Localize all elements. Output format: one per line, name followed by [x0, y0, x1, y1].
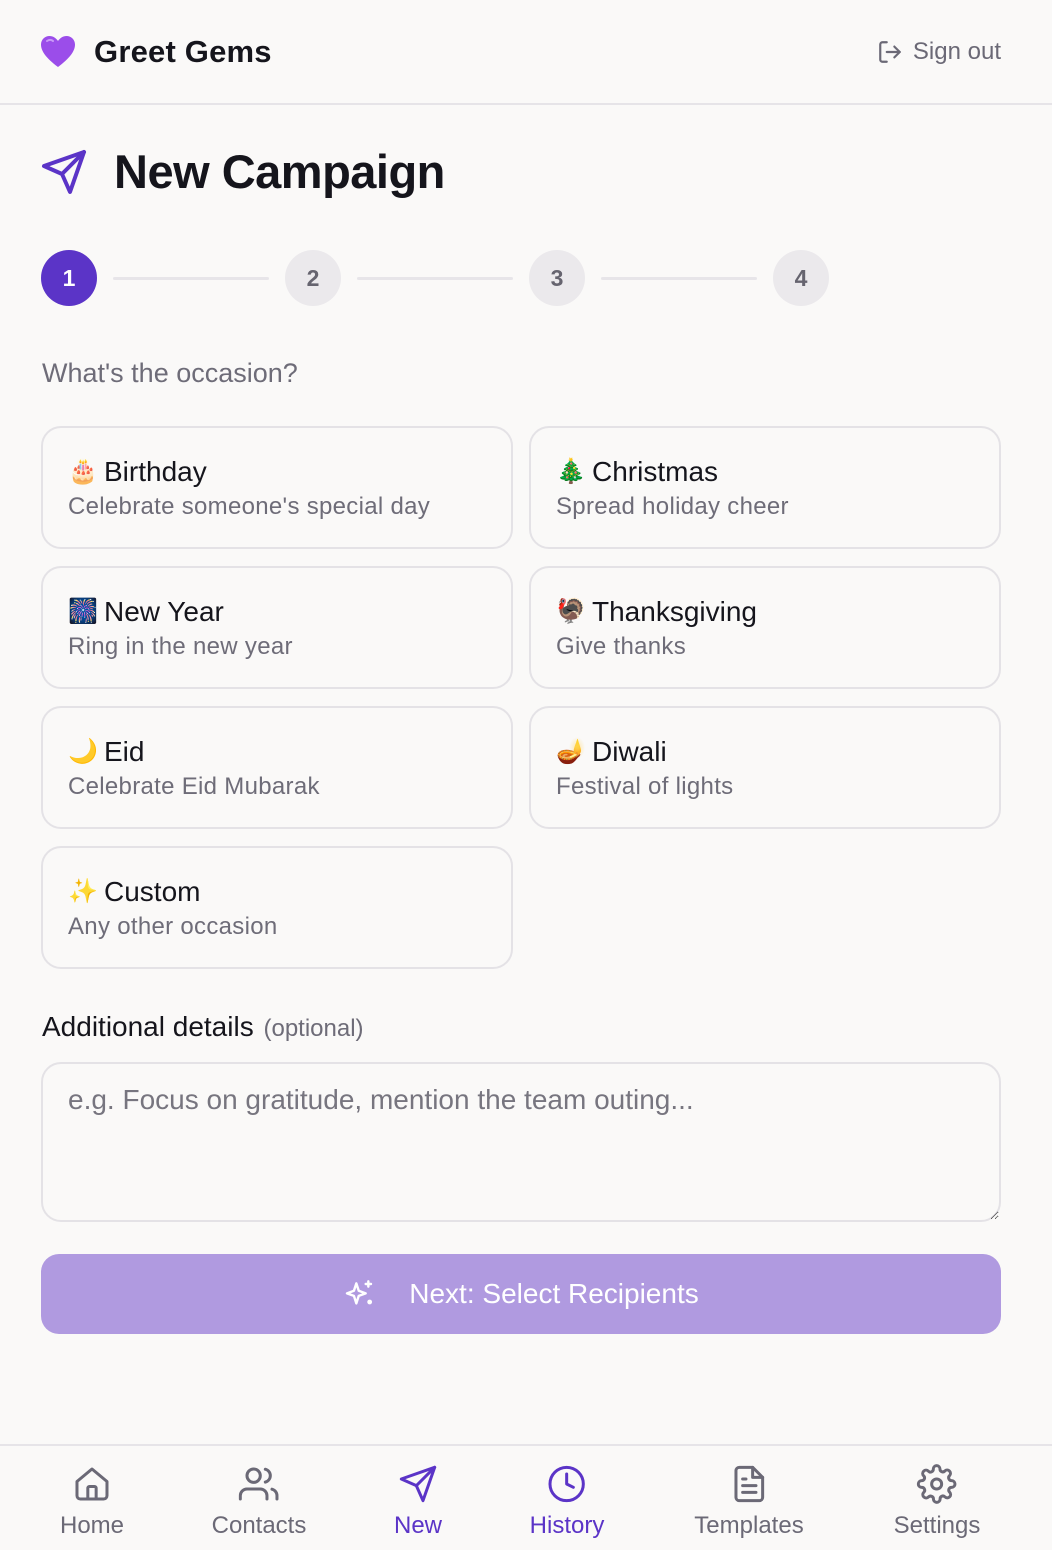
- occasion-title: Thanksgiving: [592, 596, 757, 627]
- nav-settings[interactable]: Settings: [893, 1464, 981, 1540]
- step-3: 3: [529, 250, 585, 306]
- nav-label: Contacts: [211, 1512, 307, 1539]
- occasion-title: Birthday: [104, 456, 207, 487]
- app-header: Greet Gems Sign out: [0, 0, 1052, 105]
- progress-stepper: 1 2 3 4: [41, 250, 829, 306]
- occasion-description: Ring in the new year: [68, 633, 293, 660]
- nav-history[interactable]: History: [529, 1464, 605, 1540]
- occasion-card-diwali[interactable]: 🪔 Diwali Festival of lights: [529, 706, 1001, 829]
- sparkles-icon: [346, 1280, 373, 1305]
- occasion-description: Celebrate Eid Mubarak: [68, 773, 320, 800]
- occasion-title: Eid: [104, 736, 145, 767]
- nav-label: Home: [59, 1512, 125, 1539]
- nav-new[interactable]: New: [394, 1464, 442, 1540]
- nav-contacts[interactable]: Contacts: [211, 1464, 307, 1540]
- users-icon: [239, 1467, 279, 1501]
- crescent-moon-icon: 🌙: [68, 738, 98, 765]
- occasion-title: New Year: [104, 596, 224, 627]
- brand[interactable]: Greet Gems: [40, 34, 272, 70]
- occasion-description: Celebrate someone's special day: [68, 493, 431, 520]
- occasion-card-christmas[interactable]: 🎄 Christmas Spread holiday cheer: [529, 426, 1001, 549]
- nav-templates[interactable]: Templates: [694, 1464, 804, 1540]
- gear-icon: [917, 1464, 957, 1504]
- occasion-title: Diwali: [592, 736, 667, 767]
- occasion-title: Custom: [104, 876, 201, 907]
- turkey-icon: 🦃: [556, 598, 586, 625]
- send-icon: [42, 149, 86, 194]
- details-label-text: Additional details: [42, 1011, 254, 1042]
- optional-hint: (optional): [263, 1015, 364, 1042]
- nav-label: Templates: [694, 1512, 804, 1539]
- bottom-navigation: Home Contacts New History Templates Sett…: [0, 1444, 1052, 1550]
- occasion-description: Festival of lights: [556, 773, 734, 800]
- occasion-card-thanksgiving[interactable]: 🦃 Thanksgiving Give thanks: [529, 566, 1001, 689]
- heart-icon: [41, 35, 75, 67]
- next-select-recipients-button[interactable]: Next: Select Recipients: [41, 1254, 1001, 1334]
- next-button-label: Next: Select Recipients: [409, 1278, 699, 1309]
- occasion-grid: 🎂 Birthday Celebrate someone's special da…: [41, 426, 1001, 969]
- occasion-question: What's the occasion?: [42, 358, 298, 388]
- occasion-card-eid[interactable]: 🌙 Eid Celebrate Eid Mubarak: [41, 706, 513, 829]
- occasion-title: Christmas: [592, 456, 719, 487]
- occasion-card-new-year[interactable]: 🎆 New Year Ring in the new year: [41, 566, 513, 689]
- cake-icon: 🎂: [68, 458, 98, 485]
- page-title-row: New Campaign: [40, 144, 445, 199]
- sign-out-label: Sign out: [912, 37, 1001, 65]
- christmas-tree-icon: 🎄: [556, 458, 586, 485]
- file-text-icon: [734, 1465, 764, 1503]
- step-connector: [357, 276, 513, 280]
- occasion-description: Any other occasion: [68, 913, 278, 940]
- home-icon: [75, 1467, 109, 1501]
- diya-lamp-icon: 🪔: [556, 738, 586, 765]
- occasion-description: Give thanks: [556, 633, 687, 660]
- page-title: New Campaign: [114, 145, 445, 198]
- sparkles-icon: ✨: [68, 878, 98, 905]
- nav-label: New: [393, 1512, 443, 1539]
- send-icon: [399, 1465, 437, 1503]
- step-connector: [601, 276, 757, 280]
- clock-icon: [548, 1465, 586, 1503]
- details-label: Additional details (optional): [42, 1011, 364, 1043]
- nav-home[interactable]: Home: [60, 1464, 124, 1540]
- additional-details-textarea[interactable]: [41, 1062, 1001, 1222]
- occasion-description: Spread holiday cheer: [556, 493, 789, 520]
- nav-label: Settings: [893, 1512, 981, 1539]
- nav-label: History: [529, 1512, 605, 1539]
- occasion-card-custom[interactable]: ✨ Custom Any other occasion: [41, 846, 513, 969]
- log-out-icon: [879, 40, 901, 63]
- brand-name: Greet Gems: [94, 33, 272, 69]
- fireworks-icon: 🎆: [68, 598, 98, 625]
- step-2: 2: [285, 250, 341, 306]
- occasion-card-birthday[interactable]: 🎂 Birthday Celebrate someone's special da…: [41, 426, 513, 549]
- step-connector: [113, 276, 269, 280]
- step-1: 1: [41, 250, 97, 306]
- sign-out-button[interactable]: Sign out: [877, 38, 1001, 66]
- step-4: 4: [773, 250, 829, 306]
